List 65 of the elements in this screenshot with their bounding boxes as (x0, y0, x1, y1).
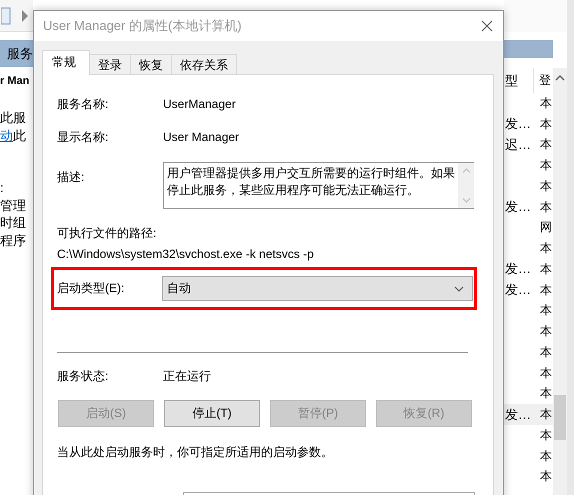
tab[interactable]: 恢复 (130, 54, 172, 74)
table-cell: 本 (540, 469, 552, 484)
window-title: User Manager 的属性(本地计算机) (43, 17, 242, 35)
column-header[interactable]: 登 (534, 72, 551, 89)
table-cell: 网 (540, 220, 552, 234)
play-icon (21, 10, 29, 22)
table-cell: 本 (540, 262, 552, 276)
description-text: 管理 (0, 196, 27, 214)
table-cell: 本 (540, 158, 552, 172)
tab[interactable]: 依存关系 (171, 54, 237, 74)
field-label: 描述: (57, 169, 86, 186)
chevron-down-icon (454, 286, 464, 292)
field-label: 服务名称: (57, 96, 110, 112)
table-cell: 本 (540, 303, 552, 318)
table-cell: 本 (540, 282, 552, 297)
table-cell: 发… (505, 116, 531, 132)
scrollbar[interactable] (553, 68, 567, 495)
pane-header: 服务 (0, 40, 33, 67)
table-cell: 发… (505, 282, 531, 298)
field-label: 可执行文件的路径: (57, 225, 158, 241)
link[interactable]: 动 (0, 128, 13, 143)
close-icon (481, 20, 493, 32)
description-text: 用户管理器提供多用户交互所需要的运行时组件。如果停止此服务，某些应用程序可能无法正确运行。 (166, 165, 456, 199)
field-value: User Manager (163, 130, 240, 144)
startup-type-dropdown[interactable]: 自动 (162, 276, 473, 301)
table-cell: 本 (540, 324, 552, 338)
table-cell: 迟… (505, 136, 531, 152)
description-text: : (0, 179, 5, 196)
hint-text: 当从此处启动服务时，你可指定所适用的启动参数。 (57, 444, 334, 460)
table-cell: 本 (540, 137, 552, 152)
field-value: UserManager (163, 97, 236, 111)
description-text: 此服 (0, 110, 26, 125)
scroll-up-icon (462, 168, 470, 173)
tab[interactable]: 常规 (42, 50, 90, 75)
field-label: 显示名称: (57, 128, 110, 146)
table-cell: 本 (540, 344, 552, 359)
table-cell: 本 (540, 200, 552, 214)
table-cell: 本 (540, 96, 552, 110)
table-cell: 本 (540, 386, 552, 400)
table-cell: 本 (540, 366, 552, 380)
description-text: 时组 (0, 214, 27, 232)
table-cell: 本 (540, 116, 552, 131)
table-cell: 本 (540, 178, 552, 193)
scroll-thumb[interactable] (554, 395, 566, 440)
field-value: C:\Windows\system32\svchost.exe -k netsvcs -p (57, 246, 315, 262)
field-label: 启动类型(E): (57, 280, 126, 297)
description-text: 此 (13, 128, 26, 143)
description-text: 程序 (0, 232, 27, 249)
scroll-up-icon (555, 75, 565, 81)
field-label: 服务状态: (57, 368, 110, 384)
table-cell: 发… (505, 261, 531, 276)
table-cell: 本 (540, 428, 552, 442)
table-cell: 本 (540, 407, 552, 422)
table-cell: 本 (540, 241, 552, 256)
title-bar (504, 40, 553, 58)
list-row[interactable]: 发… 本 (504, 404, 553, 425)
field-value: 正在运行 (163, 368, 211, 384)
action-button[interactable]: 停止(T) (164, 400, 260, 427)
window-icon (1, 6, 11, 24)
scroll-down-icon (462, 198, 470, 203)
table-cell: 本 (540, 448, 552, 463)
table-cell: 发… (505, 406, 531, 422)
table-cell: 发… (505, 199, 531, 214)
description-field[interactable]: 用户管理器提供多用户交互所需要的运行时组件。如果停止此服务，某些应用程序可能无法正确运行。 (163, 162, 474, 209)
service-name: r Man (0, 74, 30, 89)
